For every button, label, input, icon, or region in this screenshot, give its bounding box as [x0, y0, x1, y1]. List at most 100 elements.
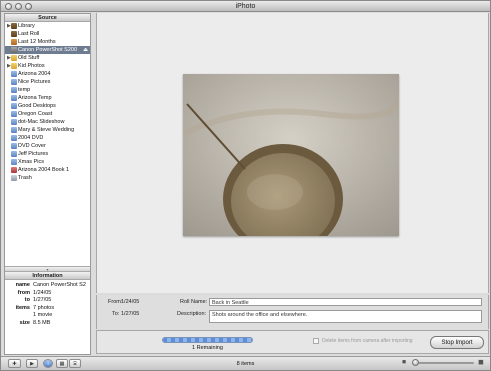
info-row: from 1/24/05: [9, 290, 86, 298]
source-item[interactable]: temp: [5, 86, 90, 94]
folder-icon: [11, 63, 17, 69]
album-icon: [11, 127, 17, 133]
source-item[interactable]: Arizona 2004 Book 1: [5, 166, 90, 174]
zoom-slider-thumb[interactable]: [412, 359, 419, 366]
source-item[interactable]: Xmas Pics: [5, 158, 90, 166]
source-item[interactable]: ▶ Kid Photos: [5, 62, 90, 70]
source-item-label: dot-Mac Slideshow: [18, 119, 65, 125]
import-form: From: 1/24/05 To: 1/27/05 Roll Name: Bac…: [96, 295, 489, 329]
iphoto-window: iPhoto Source ▶ Library Last Roll Last 12 M…: [0, 0, 491, 371]
album-icon: [11, 159, 17, 165]
camera-icon: [11, 47, 17, 53]
source-item[interactable]: Canon PowerShot S200 ⏏: [5, 46, 90, 54]
book-icon: [11, 167, 17, 173]
source-item-label: DVD Cover: [18, 143, 46, 149]
to-label: To:: [112, 311, 120, 317]
left-pane: Source ▶ Library Last Roll Last 12 Months Ca…: [4, 13, 91, 355]
source-item-label: Kid Photos: [18, 63, 45, 69]
title-bar[interactable]: iPhoto: [1, 1, 490, 12]
info-row: size 8.5 MB: [9, 320, 86, 328]
calendar-icon: [11, 39, 17, 45]
source-item-label: Mary & Steve Wedding: [18, 127, 75, 133]
source-item-label: Arizona 2004: [18, 71, 51, 77]
last-roll-icon: [11, 31, 17, 37]
source-item[interactable]: 2004 DVD: [5, 134, 90, 142]
zoom-slider[interactable]: [412, 359, 474, 366]
roll-name-label: Roll Name:: [180, 299, 208, 305]
album-icon: [11, 95, 17, 101]
zoom-large-icon: ◼: [478, 359, 484, 366]
source-item[interactable]: DVD Cover: [5, 142, 90, 150]
info-value: 8.5 MB: [33, 319, 51, 326]
source-item[interactable]: ▶ Old Stuff: [5, 54, 90, 62]
source-item-label: Library: [18, 23, 35, 29]
import-bar: 1 Remaining Delete items from camera aft…: [96, 330, 489, 354]
description-label: Description:: [177, 311, 207, 317]
source-list[interactable]: ▶ Library Last Roll Last 12 Months Canon Pow…: [5, 22, 90, 266]
source-item[interactable]: Arizona Temp: [5, 94, 90, 102]
source-item[interactable]: Oregon Coast: [5, 110, 90, 118]
source-item-label: Xmas Pics: [18, 159, 44, 165]
imported-photo[interactable]: [183, 74, 399, 236]
source-item[interactable]: Last Roll: [5, 30, 90, 38]
source-item[interactable]: Trash: [5, 174, 90, 182]
source-item[interactable]: Mary & Steve Wedding: [5, 126, 90, 134]
trash-icon: [11, 175, 17, 181]
eject-icon[interactable]: ⏏: [83, 46, 88, 54]
album-icon: [11, 119, 17, 125]
import-progress-fill: [163, 338, 252, 342]
library-icon: [11, 23, 17, 29]
album-icon: [11, 87, 17, 93]
info-row: items 7 photos: [9, 305, 86, 313]
album-icon: [11, 103, 17, 109]
source-item-label: Jeff Pictures: [18, 151, 49, 157]
photo-image: [183, 74, 399, 236]
source-item[interactable]: Arizona 2004: [5, 70, 90, 78]
info-label: items: [15, 304, 30, 311]
album-icon: [11, 79, 17, 85]
album-icon: [11, 135, 17, 141]
source-item-label: Old Stuff: [18, 55, 40, 61]
source-item-label: Arizona 2004 Book 1: [18, 167, 70, 173]
description-field[interactable]: Shots around the office and elsewhere.: [209, 310, 482, 323]
bottom-toolbar: ✚ ▶ i ▦ ⌸ 8 items ◼ ◼: [1, 356, 490, 370]
photo-viewer: [96, 13, 489, 293]
source-item-label: temp: [18, 87, 31, 93]
from-value: 1/24/05: [121, 299, 140, 305]
source-item[interactable]: Good Desktops: [5, 102, 90, 110]
delete-after-import-checkbox[interactable]: [313, 338, 319, 344]
to-value: 1/27/05: [121, 311, 140, 317]
source-item-label: 2004 DVD: [18, 135, 44, 141]
source-item-label: Nice Pictures: [18, 79, 51, 85]
delete-after-import-label: Delete items from camera after importing: [322, 338, 413, 344]
information-panel: name Canon PowerShot S2... from 1/24/05 to 1/…: [5, 280, 90, 362]
info-label: [9, 312, 33, 320]
info-row: name Canon PowerShot S2...: [9, 282, 86, 290]
roll-name-field[interactable]: Back in Seattle: [209, 298, 482, 306]
source-item[interactable]: dot-Mac Slideshow: [5, 118, 90, 126]
source-item-label: Last 12 Months: [18, 39, 56, 45]
source-header: Source: [5, 14, 90, 22]
info-row: to 1/27/05: [9, 297, 86, 305]
source-item[interactable]: Last 12 Months: [5, 38, 90, 46]
source-item[interactable]: Nice Pictures: [5, 78, 90, 86]
source-item-label: Oregon Coast: [18, 111, 53, 117]
remaining-label: 1 Remaining: [192, 345, 223, 351]
source-item-label: Arizona Temp: [18, 95, 52, 101]
album-icon: [11, 151, 17, 157]
info-label: name: [15, 282, 30, 288]
info-row: 1 movie: [9, 312, 86, 320]
source-item-label: Canon PowerShot S200: [18, 47, 78, 53]
source-item-label: Trash: [18, 175, 32, 181]
album-icon: [11, 71, 17, 77]
info-label: to: [24, 297, 30, 303]
stop-import-button[interactable]: Stop Import: [430, 336, 484, 349]
import-progress-bar: [162, 337, 253, 343]
info-label: from: [17, 289, 30, 296]
album-icon: [11, 111, 17, 117]
source-item-label: Good Desktops: [18, 103, 56, 109]
source-item[interactable]: Jeff Pictures: [5, 150, 90, 158]
window-title: iPhoto: [235, 3, 256, 10]
source-item-label: Last Roll: [18, 31, 40, 37]
source-item[interactable]: ▶ Library: [5, 22, 90, 30]
